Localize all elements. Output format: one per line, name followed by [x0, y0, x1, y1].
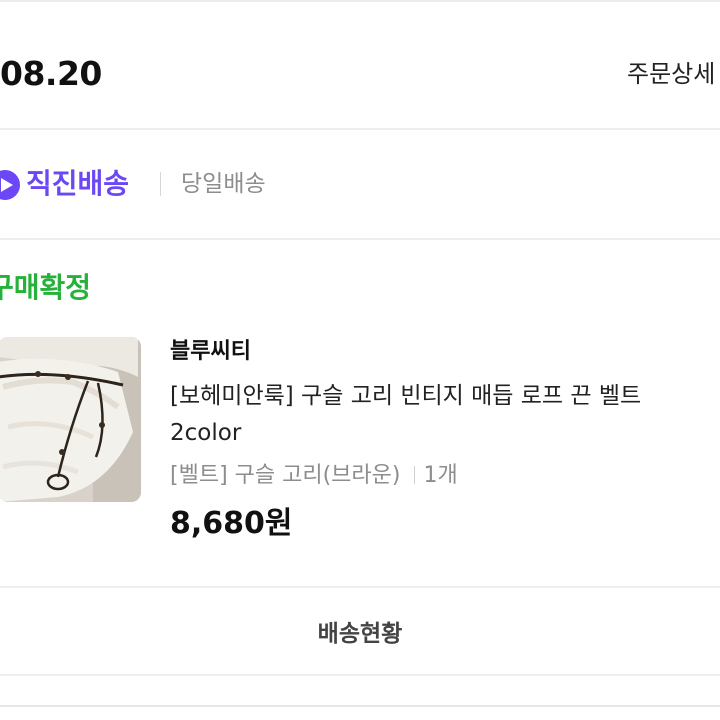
footer-divider [0, 705, 720, 707]
delivery-tracking-label: 배송현황 [317, 621, 403, 647]
order-detail-link[interactable]: 주문상세 [627, 58, 715, 90]
option-separator [414, 466, 416, 484]
product-quantity: 1개 [423, 463, 458, 488]
sameday-delivery-label: 당일배송 [181, 171, 266, 197]
direct-delivery-icon [0, 170, 20, 200]
delivery-type-row: 직진배송 당일배송 [0, 130, 720, 240]
product-name[interactable]: [보헤미안룩] 구슬 고리 빈티지 매듭 로프 끈 벨트 2color [170, 378, 720, 452]
product-thumbnail[interactable] [0, 337, 141, 502]
delivery-separator [160, 172, 161, 196]
brand-name[interactable]: 블루씨티 [170, 336, 251, 368]
product-name-line-1: [보헤미안룩] 구슬 고리 빈티지 매듭 로프 끈 벨트 [170, 383, 642, 409]
product-image [0, 337, 141, 502]
order-date: 08.20 [0, 54, 102, 93]
order-status: 구매확정 [0, 271, 92, 304]
direct-delivery-label: 직진배송 [26, 167, 130, 200]
product-option-row: [벨트] 구슬 고리(브라운) 1개 [170, 460, 458, 492]
product-name-line-2: 2color [170, 420, 242, 446]
product-price: 8,680원 [170, 506, 293, 541]
footer-area [0, 676, 720, 720]
product-option: [벨트] 구슬 고리(브라운) [170, 463, 401, 488]
delivery-tracking-button[interactable]: 배송현황 [0, 588, 720, 676]
order-header: 08.20 주문상세 [0, 2, 720, 130]
